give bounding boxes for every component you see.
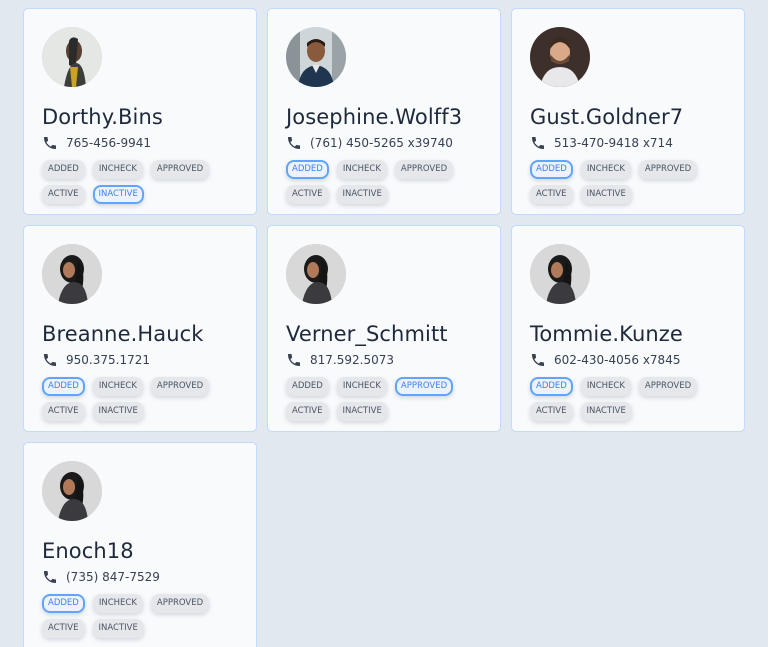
user-card: Josephine.Wolff3 (761) 450-5265 x39740 A… [267, 8, 501, 215]
tag-approved[interactable]: APPROVED [394, 377, 454, 396]
avatar [42, 27, 102, 87]
avatar [286, 27, 346, 87]
phone-icon [42, 569, 58, 585]
tag-added[interactable]: ADDED [42, 377, 85, 396]
phone-icon [42, 352, 58, 368]
phone-number: 513-470-9418 x714 [554, 136, 673, 150]
user-name: Gust.Goldner7 [530, 105, 684, 129]
tag-approved[interactable]: APPROVED [638, 377, 698, 396]
tag-list: ADDED INCHECK APPROVED ACTIVE INACTIVE [42, 594, 238, 638]
tag-added[interactable]: ADDED [286, 160, 329, 179]
tag-active[interactable]: ACTIVE [530, 402, 573, 421]
phone-icon [42, 135, 58, 151]
user-card: Tommie.Kunze 602-430-4056 x7845 ADDED INC… [511, 225, 745, 432]
user-card: Breanne.Hauck 950.375.1721 ADDED INCHECK A… [23, 225, 257, 432]
tag-active[interactable]: ACTIVE [42, 619, 85, 638]
user-card: Gust.Goldner7 513-470-9418 x714 ADDED INC… [511, 8, 745, 215]
phone-row: (761) 450-5265 x39740 [286, 135, 482, 151]
tag-inactive[interactable]: INACTIVE [580, 185, 632, 204]
tag-approved[interactable]: APPROVED [394, 160, 454, 179]
tag-list: ADDED INCHECK APPROVED ACTIVE INACTIVE [530, 377, 726, 421]
tag-added[interactable]: ADDED [42, 160, 85, 179]
tag-active[interactable]: ACTIVE [286, 185, 329, 204]
phone-number: 602-430-4056 x7845 [554, 353, 681, 367]
tag-active[interactable]: ACTIVE [286, 402, 329, 421]
phone-number: 950.375.1721 [66, 353, 150, 367]
tag-incheck[interactable]: INCHECK [336, 160, 387, 179]
phone-number: 765-456-9941 [66, 136, 152, 150]
phone-row: (735) 847-7529 [42, 569, 238, 585]
user-name: Breanne.Hauck [42, 322, 204, 346]
tag-incheck[interactable]: INCHECK [92, 160, 143, 179]
tag-added[interactable]: ADDED [42, 594, 85, 613]
tag-inactive[interactable]: INACTIVE [580, 402, 632, 421]
avatar [530, 27, 590, 87]
tag-inactive[interactable]: INACTIVE [92, 402, 144, 421]
phone-row: 817.592.5073 [286, 352, 482, 368]
phone-row: 602-430-4056 x7845 [530, 352, 726, 368]
phone-number: (761) 450-5265 x39740 [310, 136, 453, 150]
tag-active[interactable]: ACTIVE [530, 185, 573, 204]
tag-added[interactable]: ADDED [286, 377, 329, 396]
user-name: Enoch18 [42, 539, 134, 563]
tag-incheck[interactable]: INCHECK [92, 594, 143, 613]
tag-active[interactable]: ACTIVE [42, 185, 85, 204]
avatar [42, 461, 102, 521]
user-name: Verner_Schmitt [286, 322, 448, 346]
phone-icon [286, 352, 302, 368]
phone-number: (735) 847-7529 [66, 570, 160, 584]
tag-incheck[interactable]: INCHECK [580, 160, 631, 179]
tag-added[interactable]: ADDED [530, 160, 573, 179]
user-name: Tommie.Kunze [530, 322, 683, 346]
tag-inactive[interactable]: INACTIVE [92, 619, 144, 638]
user-name: Josephine.Wolff3 [286, 105, 463, 129]
user-card: Dorthy.Bins 765-456-9941 ADDED INCHECK APP… [23, 8, 257, 215]
tag-incheck[interactable]: INCHECK [92, 377, 143, 396]
tag-inactive[interactable]: INACTIVE [336, 402, 388, 421]
tag-incheck[interactable]: INCHECK [580, 377, 631, 396]
phone-icon [530, 352, 546, 368]
tag-approved[interactable]: APPROVED [150, 160, 210, 179]
tag-list: ADDED INCHECK APPROVED ACTIVE INACTIVE [42, 377, 238, 421]
tag-list: ADDED INCHECK APPROVED ACTIVE INACTIVE [286, 160, 482, 204]
phone-icon [286, 135, 302, 151]
avatar [42, 244, 102, 304]
phone-icon [530, 135, 546, 151]
tag-list: ADDED INCHECK APPROVED ACTIVE INACTIVE [530, 160, 726, 204]
tag-inactive[interactable]: INACTIVE [336, 185, 388, 204]
phone-row: 513-470-9418 x714 [530, 135, 726, 151]
phone-number: 817.592.5073 [310, 353, 394, 367]
avatar [286, 244, 346, 304]
user-name: Dorthy.Bins [42, 105, 163, 129]
user-card: Enoch18 (735) 847-7529 ADDED INCHECK APPRO… [23, 442, 257, 647]
phone-row: 950.375.1721 [42, 352, 238, 368]
user-card: Verner_Schmitt 817.592.5073 ADDED INCHECK… [267, 225, 501, 432]
tag-added[interactable]: ADDED [530, 377, 573, 396]
phone-row: 765-456-9941 [42, 135, 238, 151]
tag-approved[interactable]: APPROVED [150, 377, 210, 396]
tag-approved[interactable]: APPROVED [638, 160, 698, 179]
tag-approved[interactable]: APPROVED [150, 594, 210, 613]
avatar [530, 244, 590, 304]
tag-active[interactable]: ACTIVE [42, 402, 85, 421]
tag-list: ADDED INCHECK APPROVED ACTIVE INACTIVE [286, 377, 482, 421]
tag-incheck[interactable]: INCHECK [336, 377, 387, 396]
tag-inactive[interactable]: INACTIVE [92, 185, 144, 204]
tag-list: ADDED INCHECK APPROVED ACTIVE INACTIVE [42, 160, 238, 204]
